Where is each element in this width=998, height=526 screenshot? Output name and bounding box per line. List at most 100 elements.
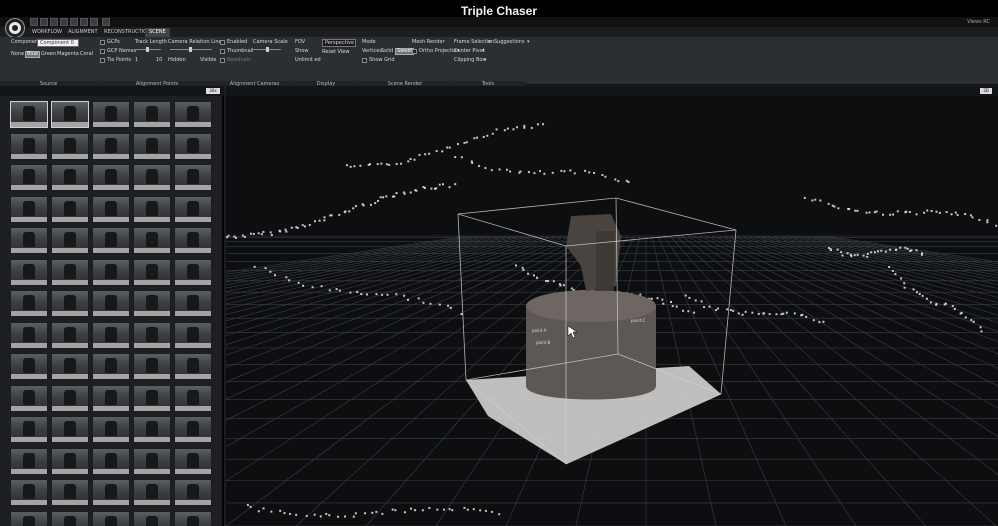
tab-scene[interactable]: SCENE (145, 28, 170, 37)
chevron-down-icon[interactable]: ▾ (484, 56, 487, 64)
image-thumbnail[interactable] (10, 447, 48, 475)
views-label[interactable]: Views RC (967, 17, 990, 27)
image-thumbnail[interactable] (133, 353, 171, 380)
fov-dropdown[interactable]: Perspective (322, 39, 356, 47)
color-mode-coral[interactable]: Coral (80, 51, 93, 58)
color-mode-blue[interactable]: Blue (25, 51, 41, 58)
camera-lines-knob[interactable] (189, 47, 192, 52)
image-thumbnail[interactable] (51, 353, 89, 380)
image-thumbnail[interactable] (92, 321, 130, 349)
image-thumbnail[interactable] (133, 416, 171, 443)
undo-icon[interactable] (70, 18, 78, 26)
image-thumbnail[interactable] (92, 447, 130, 475)
image-thumbnail[interactable] (133, 227, 171, 254)
mode-solid[interactable]: Solid (381, 48, 393, 55)
thumbnail-checkbox[interactable] (220, 49, 225, 54)
color-mode-magenta[interactable]: Magenta (57, 51, 79, 58)
color-mode-green[interactable]: Green (41, 51, 56, 58)
image-thumbnail[interactable] (133, 164, 171, 191)
image-thumbnail[interactable] (133, 447, 171, 475)
image-thumbnail[interactable] (174, 510, 212, 526)
image-thumbnail[interactable] (92, 416, 130, 443)
enabled-checkbox[interactable] (220, 40, 225, 45)
image-thumbnail[interactable] (174, 258, 212, 286)
app-logo-icon[interactable] (6, 19, 24, 37)
image-thumbnail[interactable] (51, 227, 89, 254)
image-thumbnail[interactable] (10, 195, 48, 223)
image-thumbnail[interactable] (92, 479, 130, 506)
image-thumbnail[interactable] (133, 258, 171, 286)
camera-scale-knob[interactable] (266, 47, 269, 52)
image-thumbnail[interactable] (174, 101, 212, 128)
image-thumbnail[interactable] (174, 447, 212, 475)
image-thumbnail[interactable] (174, 353, 212, 380)
image-thumbnail[interactable] (10, 101, 48, 128)
image-thumbnail[interactable] (51, 321, 89, 349)
image-thumbnail[interactable] (92, 258, 130, 286)
images-panel-badge[interactable]: 30x (206, 88, 220, 94)
gcps-checkbox[interactable] (100, 40, 105, 45)
open-icon[interactable] (50, 18, 58, 26)
image-thumbnail[interactable] (51, 164, 89, 191)
settings-icon[interactable] (102, 18, 110, 26)
image-thumbnail[interactable] (10, 227, 48, 254)
chevron-down-icon[interactable]: ▾ (488, 38, 491, 46)
tab-alignment[interactable]: ALIGNMENT (64, 28, 102, 37)
image-thumbnail[interactable] (10, 290, 48, 317)
image-thumbnail[interactable] (174, 132, 212, 160)
tie-points-checkbox[interactable] (100, 58, 105, 63)
image-thumbnail[interactable] (174, 195, 212, 223)
image-thumbnail[interactable] (10, 258, 48, 286)
image-thumbnail[interactable] (133, 384, 171, 412)
image-thumbnail[interactable] (133, 510, 171, 526)
viewport-badge[interactable]: 3D (980, 88, 992, 94)
image-thumbnail[interactable] (10, 164, 48, 191)
image-thumbnail[interactable] (51, 101, 89, 128)
image-thumbnail[interactable] (174, 384, 212, 412)
reset-view-button[interactable]: Reset View (322, 49, 349, 56)
clipping-box-button[interactable]: Clipping Box (454, 57, 485, 64)
image-thumbnail[interactable] (51, 510, 89, 526)
image-thumbnail[interactable] (92, 132, 130, 160)
close-icon[interactable] (90, 18, 98, 26)
image-thumbnail[interactable] (10, 479, 48, 506)
track-length-knob[interactable] (146, 47, 149, 52)
image-thumbnail[interactable] (92, 384, 130, 412)
component-dropdown[interactable]: Component 0 (37, 39, 79, 47)
image-thumbnail[interactable] (10, 132, 48, 160)
3d-viewport[interactable]: point A point B point C 3D (226, 86, 998, 526)
image-thumbnail[interactable] (10, 353, 48, 380)
image-thumbnail[interactable] (92, 290, 130, 317)
image-thumbnail[interactable] (51, 384, 89, 412)
image-thumbnail[interactable] (51, 290, 89, 317)
image-thumbnail[interactable] (51, 195, 89, 223)
image-thumbnail[interactable] (174, 416, 212, 443)
image-thumbnail[interactable] (51, 258, 89, 286)
image-thumbnail[interactable] (133, 479, 171, 506)
image-thumbnail[interactable] (174, 164, 212, 191)
image-thumbnail[interactable] (51, 447, 89, 475)
image-thumbnail[interactable] (174, 290, 212, 317)
tab-workflow[interactable]: WORKFLOW (28, 28, 66, 37)
image-thumbnail[interactable] (10, 416, 48, 443)
image-thumbnail[interactable] (92, 195, 130, 223)
image-thumbnail[interactable] (10, 510, 48, 526)
image-thumbnail[interactable] (92, 164, 130, 191)
menu-icon[interactable] (30, 18, 38, 26)
image-thumbnail[interactable] (51, 132, 89, 160)
redo-icon[interactable] (80, 18, 88, 26)
new-project-icon[interactable] (40, 18, 48, 26)
gcp-names-checkbox[interactable] (100, 49, 105, 54)
image-thumbnail[interactable] (10, 384, 48, 412)
image-thumbnail[interactable] (174, 479, 212, 506)
scene-canvas[interactable]: point A point B point C (226, 86, 998, 526)
center-pivot-button[interactable]: Center Pivot (454, 48, 485, 55)
image-thumbnail[interactable] (10, 321, 48, 349)
image-thumbnail[interactable] (133, 195, 171, 223)
ortho-checkbox[interactable] (412, 49, 417, 54)
image-thumbnail[interactable] (133, 101, 171, 128)
color-mode-none[interactable]: None (11, 51, 24, 58)
image-thumbnail[interactable] (133, 321, 171, 349)
suggestions-button[interactable]: Suggestions (494, 39, 525, 46)
image-thumbnail[interactable] (92, 101, 130, 128)
